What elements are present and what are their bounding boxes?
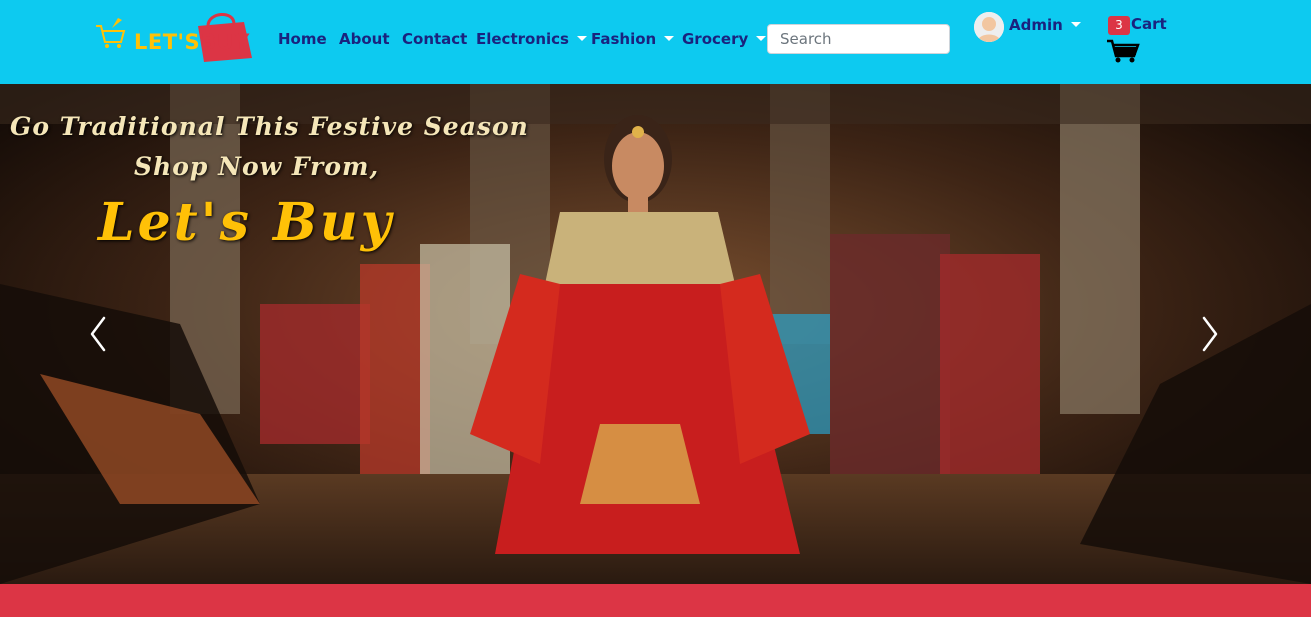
nav-fashion-dropdown[interactable]: Fashion bbox=[591, 30, 675, 48]
chevron-left-icon bbox=[90, 316, 106, 352]
hero-brand: Let's Buy bbox=[98, 192, 394, 253]
hero-carousel: Go Traditional This Festive Season Shop … bbox=[0, 84, 1311, 584]
navbar: LET'SBUY Home About Contact Electronics … bbox=[0, 0, 1311, 84]
nav-electronics-dropdown[interactable]: Electronics bbox=[476, 30, 587, 48]
caret-down-icon bbox=[1070, 22, 1081, 27]
nav-electronics-label: Electronics bbox=[476, 30, 569, 48]
caret-down-icon bbox=[756, 36, 767, 41]
cart-count-badge: 3 bbox=[1108, 16, 1130, 35]
carousel-next-button[interactable] bbox=[1200, 314, 1220, 358]
nav-contact[interactable]: Contact bbox=[402, 30, 467, 48]
caret-down-icon bbox=[576, 36, 587, 41]
caret-down-icon bbox=[664, 36, 675, 41]
cart-link[interactable]: Cart bbox=[1131, 15, 1167, 33]
user-avatar-icon bbox=[974, 12, 1004, 42]
brand-text-lets: LET'S bbox=[134, 30, 201, 54]
nav-about[interactable]: About bbox=[339, 30, 390, 48]
cart-icon[interactable] bbox=[1106, 38, 1140, 68]
section-banner bbox=[0, 584, 1311, 617]
carousel-prev-button[interactable] bbox=[88, 314, 108, 358]
hero-subheadline: Shop Now From, bbox=[134, 152, 380, 181]
nav-home[interactable]: Home bbox=[278, 30, 327, 48]
brand-text: LET'SBUY bbox=[134, 30, 250, 54]
nav-grocery-label: Grocery bbox=[682, 30, 749, 48]
brand-text-buy: BUY bbox=[200, 30, 250, 54]
nav-fashion-label: Fashion bbox=[591, 30, 657, 48]
user-menu-dropdown[interactable]: Admin bbox=[1009, 16, 1081, 34]
chevron-right-icon bbox=[1202, 316, 1218, 352]
brand-logo[interactable]: LET'SBUY bbox=[94, 10, 256, 64]
search-input[interactable] bbox=[767, 24, 950, 54]
hero-headline: Go Traditional This Festive Season bbox=[10, 112, 529, 141]
user-name: Admin bbox=[1009, 16, 1063, 34]
nav-grocery-dropdown[interactable]: Grocery bbox=[682, 30, 767, 48]
avatar[interactable] bbox=[974, 12, 1004, 42]
